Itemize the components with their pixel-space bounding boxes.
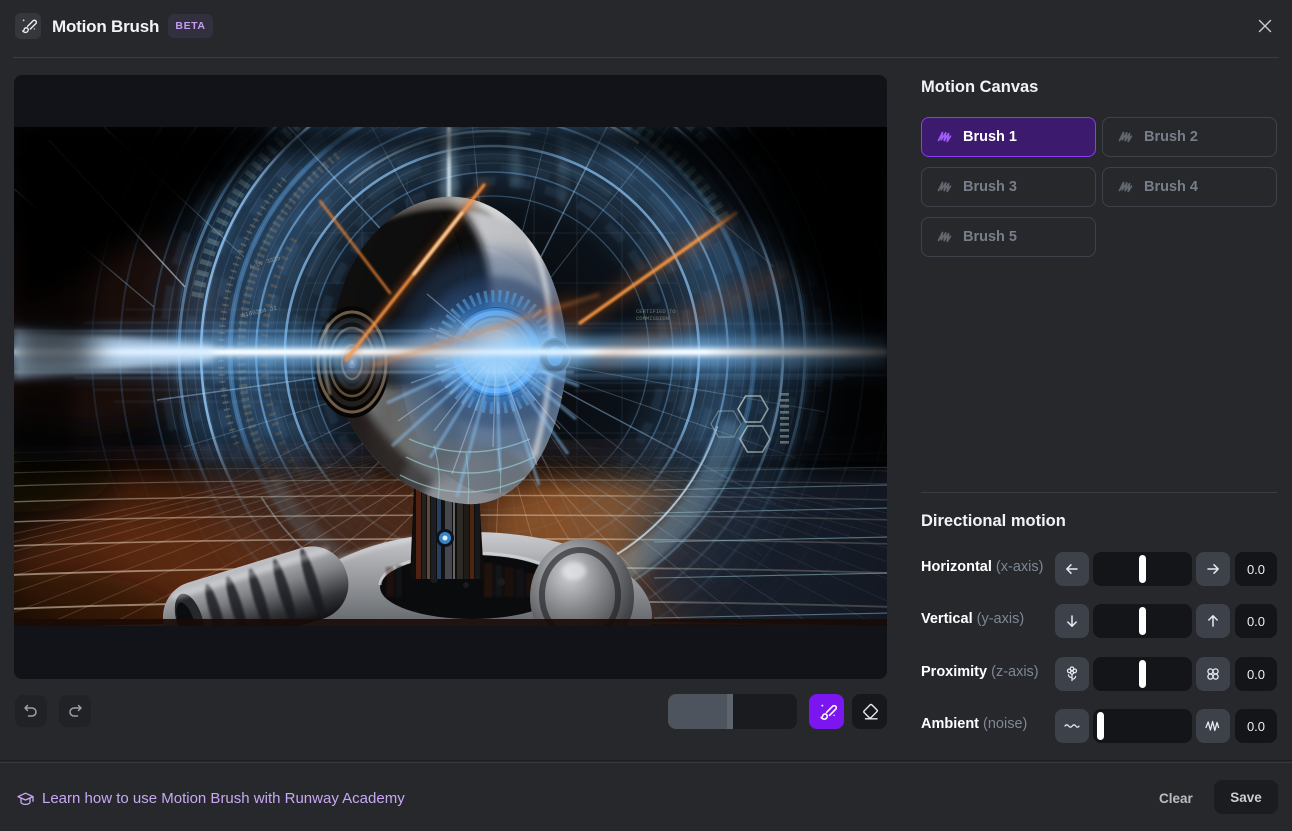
svg-text:CERTIFIED TO: CERTIFIED TO <box>636 308 676 315</box>
svg-text:COMMISSION: COMMISSION <box>636 315 669 322</box>
